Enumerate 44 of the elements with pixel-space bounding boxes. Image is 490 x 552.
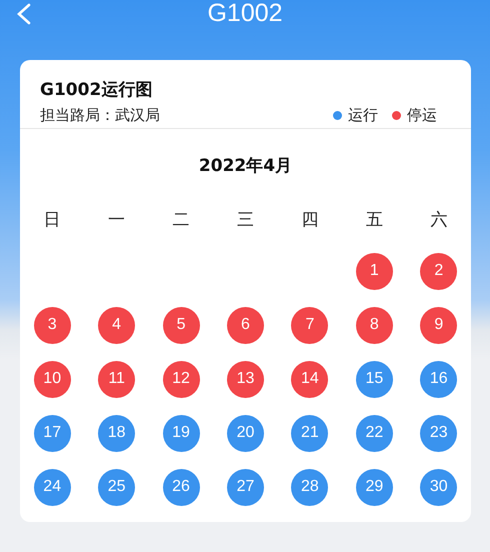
- weekday-label: 一: [108, 208, 126, 230]
- calendar-day[interactable]: 5: [162, 306, 200, 344]
- legend-label: 运行: [348, 106, 378, 124]
- calendar-day[interactable]: 4: [98, 306, 136, 344]
- calendar-day[interactable]: 2: [420, 252, 458, 290]
- calendar-day[interactable]: 11: [98, 360, 136, 398]
- calendar-day[interactable]: 25: [98, 468, 136, 506]
- calendar-day[interactable]: 28: [291, 468, 328, 506]
- calendar-day[interactable]: 10: [34, 360, 71, 398]
- calendar-day[interactable]: 17: [34, 414, 71, 452]
- calendar-day[interactable]: 7: [291, 306, 328, 344]
- calendar-day[interactable]: 12: [162, 360, 200, 398]
- calendar-day[interactable]: 24: [34, 468, 71, 506]
- nav-title: G1002: [207, 0, 283, 26]
- calendar-day[interactable]: 30: [420, 468, 458, 506]
- calendar-day[interactable]: 29: [356, 468, 393, 506]
- calendar-day[interactable]: 19: [162, 414, 200, 452]
- card-title: G1002运行图: [40, 79, 154, 102]
- calendar-day[interactable]: 18: [98, 414, 136, 452]
- calendar-day[interactable]: 6: [226, 306, 264, 344]
- calendar-day[interactable]: 8: [356, 306, 393, 344]
- calendar-day[interactable]: 3: [34, 306, 71, 344]
- weekday-label: 六: [430, 208, 448, 230]
- calendar-day[interactable]: 20: [226, 414, 264, 452]
- weekday-label: 三: [236, 208, 254, 230]
- calendar-day[interactable]: 16: [420, 360, 458, 398]
- calendar-day[interactable]: 1: [356, 252, 393, 290]
- weekday-label: 日: [44, 208, 61, 230]
- calendar-day[interactable]: 27: [226, 468, 264, 506]
- calendar-day[interactable]: 23: [420, 414, 458, 452]
- back-icon[interactable]: [15, 3, 33, 25]
- calendar-day[interactable]: 21: [291, 414, 328, 452]
- calendar-day[interactable]: 9: [420, 306, 458, 344]
- calendar-day[interactable]: 13: [226, 360, 264, 398]
- calendar-day[interactable]: 26: [162, 468, 200, 506]
- weekday-label: 二: [172, 208, 190, 230]
- month-title: 2022年4月: [198, 154, 292, 176]
- calendar-day[interactable]: 22: [356, 414, 393, 452]
- legend-label: 停运: [407, 106, 437, 124]
- weekday-label: 五: [366, 208, 383, 230]
- bureau-label: 担当路局：武汉局: [40, 105, 160, 126]
- weekday-label: 四: [301, 208, 318, 230]
- calendar-day[interactable]: 15: [356, 360, 393, 398]
- calendar-day[interactable]: 14: [291, 360, 328, 398]
